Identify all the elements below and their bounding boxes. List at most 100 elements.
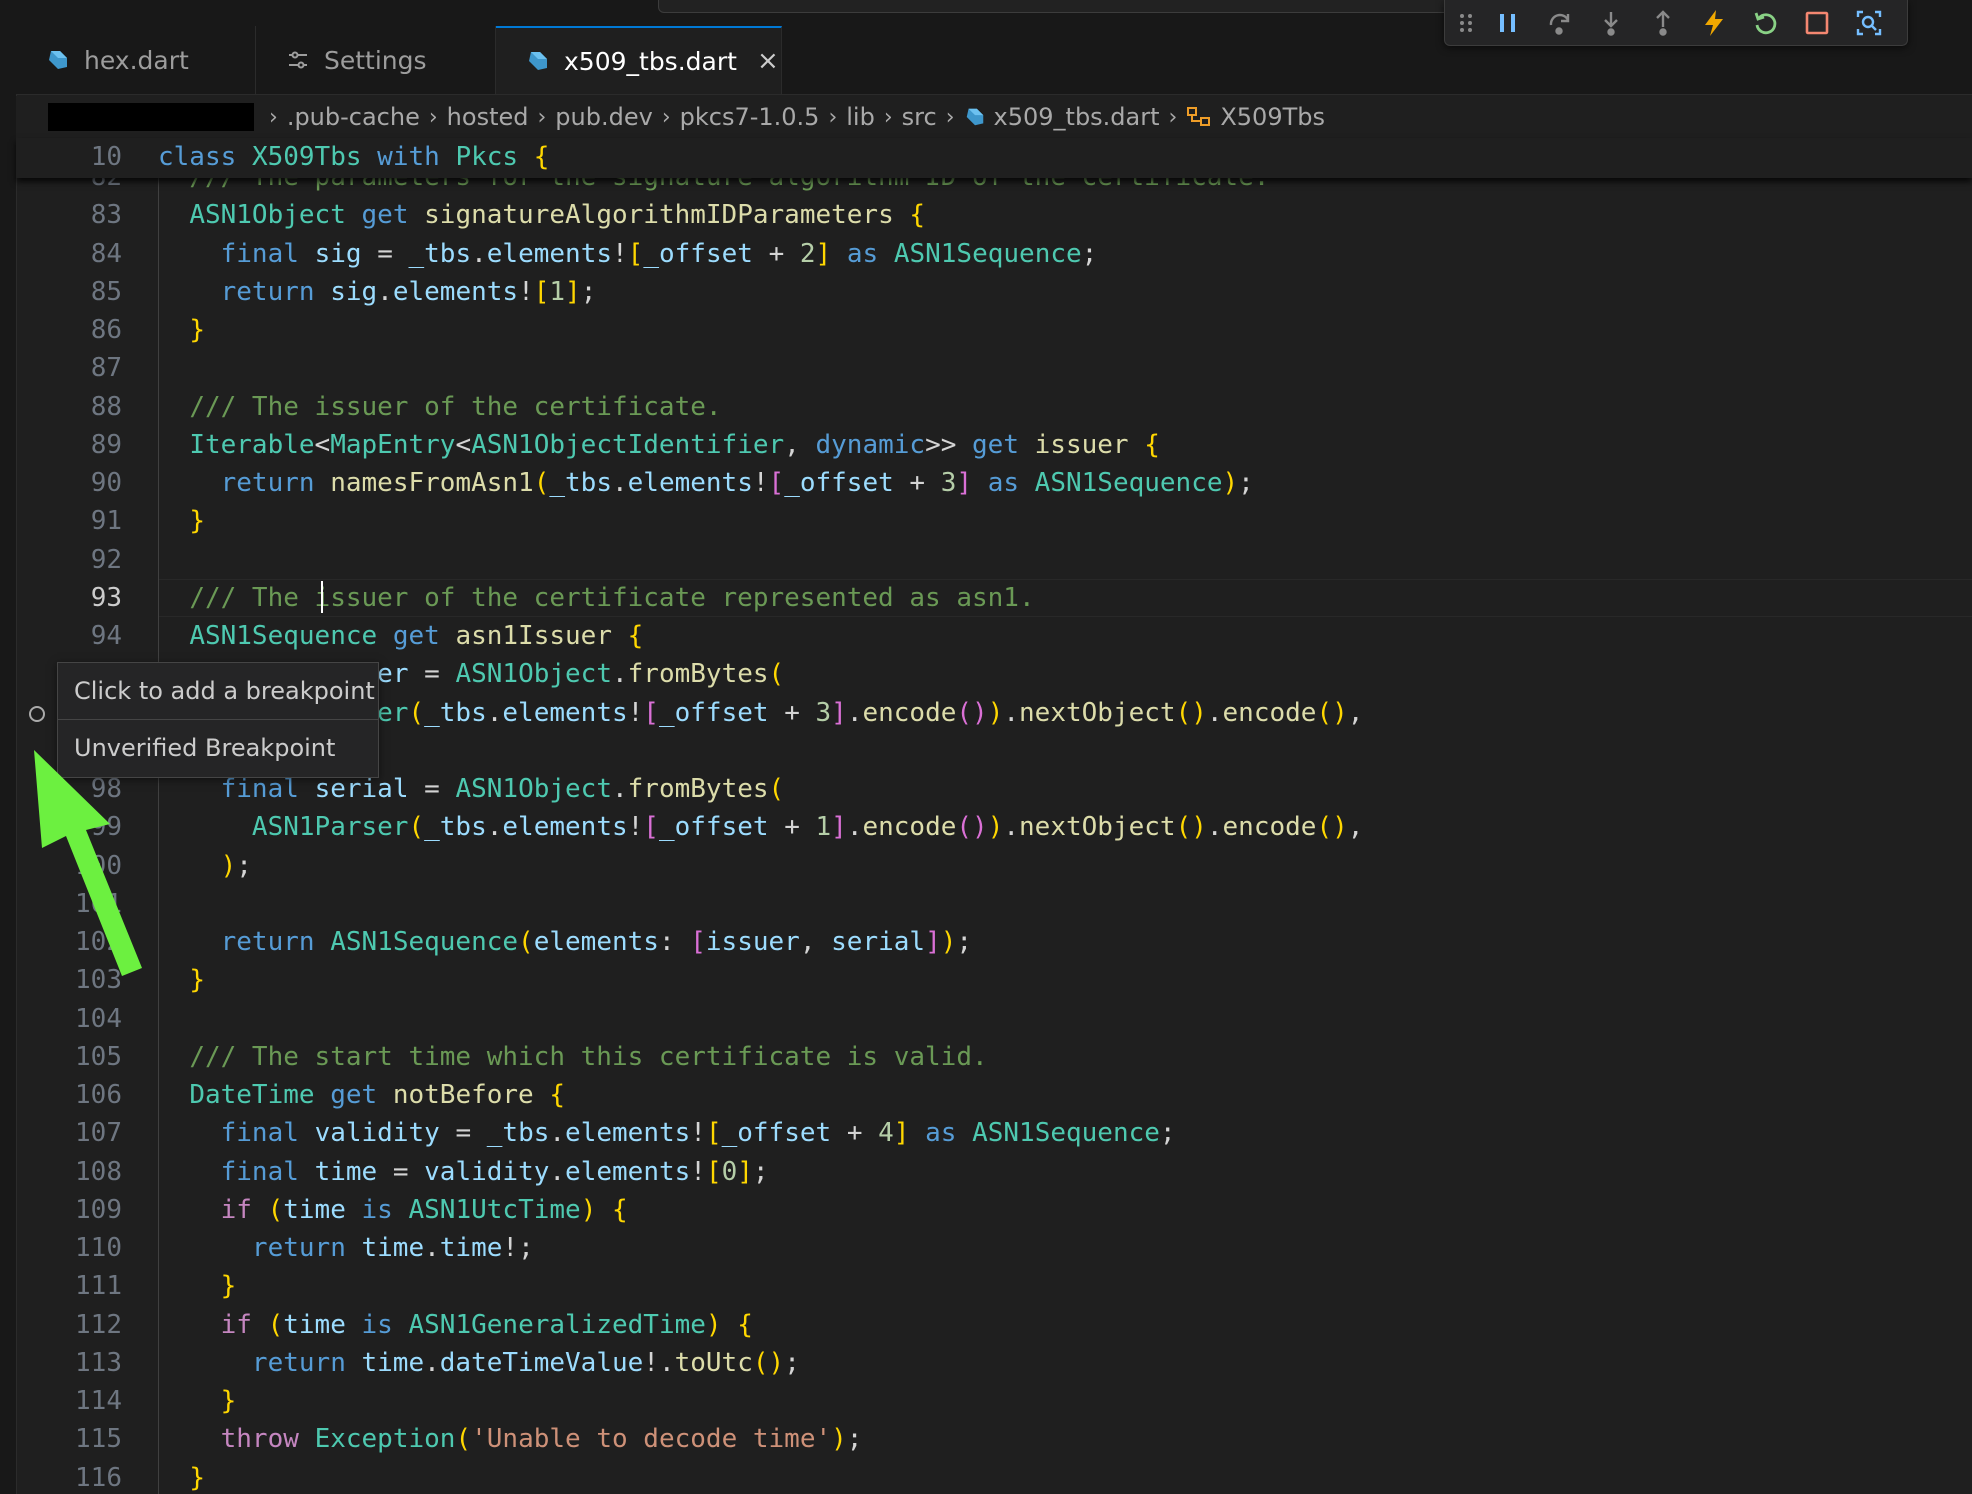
code-line[interactable]: 114 }: [16, 1382, 1972, 1420]
breadcrumb-label: .pub-cache: [286, 103, 420, 131]
code-text: }: [189, 506, 205, 537]
code-line[interactable]: 89 Iterable<MapEntry<ASN1ObjectIdentifie…: [16, 426, 1972, 464]
code-line[interactable]: 94 ASN1Sequence get asn1Issuer {: [16, 617, 1972, 655]
code-text: return ASN1Sequence(elements: [issuer, s…: [220, 927, 973, 957]
breakpoint-hint-icon[interactable]: [29, 706, 45, 722]
breadcrumb-item[interactable]: x509_tbs.dart: [964, 103, 1160, 131]
redacted-path: [48, 103, 254, 131]
tab-settings[interactable]: Settings: [256, 26, 496, 94]
tab-hex-dart[interactable]: hex.dart: [16, 26, 256, 94]
code-line[interactable]: 109 if (time is ASN1UtcTime) {: [16, 1191, 1972, 1229]
code-text: Iterable<MapEntry<ASN1ObjectIdentifier, …: [189, 429, 1160, 460]
debug-toolbar: [1444, 0, 1908, 46]
chevron-right-icon: ›: [945, 104, 955, 130]
line-number: 113: [75, 1347, 122, 1378]
stop-icon[interactable]: [1800, 6, 1834, 40]
code-line[interactable]: 91 }: [16, 502, 1972, 540]
breadcrumb-item[interactable]: X509Tbs: [1186, 103, 1325, 131]
code-line[interactable]: 112 if (time is ASN1GeneralizedTime) {: [16, 1306, 1972, 1344]
code-line[interactable]: 116 }: [16, 1459, 1972, 1494]
code-line[interactable]: 105 /// The start time which this certif…: [16, 1038, 1972, 1076]
code-line[interactable]: 84 final sig = _tbs.elements![_offset + …: [16, 235, 1972, 273]
breadcrumb-item[interactable]: pub.dev: [555, 103, 653, 131]
code-line[interactable]: 102 return ASN1Sequence(elements: [issue…: [16, 923, 1972, 961]
breadcrumb-item[interactable]: lib: [846, 103, 875, 131]
code-line[interactable]: 100 );: [16, 847, 1972, 885]
close-icon[interactable]: ×: [757, 46, 779, 76]
code-text: );: [220, 850, 252, 881]
tab-label: x509_tbs.dart: [564, 46, 737, 76]
line-number: 93: [90, 582, 122, 613]
line-number: 110: [75, 1233, 122, 1263]
step-over-icon[interactable]: [1543, 6, 1577, 40]
code-line[interactable]: 87: [16, 349, 1972, 387]
annotation-arrow-icon: [34, 750, 142, 976]
code-line[interactable]: 92: [16, 541, 1972, 579]
code-line[interactable]: 104: [16, 1000, 1972, 1038]
indent-guide: [158, 178, 159, 1494]
code-editor[interactable]: 82 /// The parameters for the signature …: [16, 178, 1972, 1494]
code-line[interactable]: 99 ASN1Parser(_tbs.elements![_offset + 1…: [16, 808, 1972, 846]
line-number: 105: [75, 1041, 122, 1072]
breadcrumb-item[interactable]: hosted: [447, 103, 529, 131]
code-text: return namesFromAsn1(_tbs.elements![_off…: [220, 468, 1254, 498]
pause-icon[interactable]: [1491, 6, 1525, 40]
dart-icon: [966, 108, 983, 126]
breadcrumb-label: X509Tbs: [1220, 103, 1325, 131]
command-center[interactable]: [658, 0, 1460, 13]
code-text: }: [189, 965, 205, 996]
breadcrumb-label: src: [901, 103, 937, 131]
code-line[interactable]: 107 final validity = _tbs.elements![_off…: [16, 1114, 1972, 1152]
dart-icon: [44, 46, 72, 74]
code-line[interactable]: 115 throw Exception('Unable to decode ti…: [16, 1420, 1972, 1458]
code-text: }: [220, 1271, 237, 1302]
breadcrumb-item[interactable]: src: [902, 103, 937, 131]
step-into-icon[interactable]: [1594, 6, 1628, 40]
drag-handle-icon[interactable]: [1455, 6, 1477, 40]
dart-icon: [524, 47, 552, 75]
code-line[interactable]: 110 return time.time!;: [16, 1229, 1972, 1267]
code-line[interactable]: 108 final time = validity.elements![0];: [16, 1153, 1972, 1191]
line-number: 106: [75, 1080, 122, 1110]
sticky-scroll-header[interactable]: 10 class X509Tbs with Pkcs {: [16, 138, 1972, 178]
code-text: }: [220, 1386, 237, 1416]
code-line[interactable]: 82 /// The parameters for the signature …: [16, 178, 1972, 196]
code-line[interactable]: 111 }: [16, 1267, 1972, 1305]
code-line[interactable]: 106 DateTime get notBefore {: [16, 1076, 1972, 1114]
code-line[interactable]: 85 return sig.elements![1];: [16, 273, 1972, 311]
code-text: return sig.elements![1];: [220, 276, 597, 307]
breadcrumb-item[interactable]: .pub-cache: [287, 103, 420, 131]
breadcrumb-label: pub.dev: [555, 103, 653, 131]
line-number: 87: [90, 353, 122, 384]
breadcrumb-item[interactable]: pkcs7-1.0.5: [680, 103, 820, 131]
line-number: 86: [90, 315, 122, 345]
inspect-widget-icon[interactable]: [1852, 6, 1886, 40]
code-line[interactable]: 88 /// The issuer of the certificate.: [16, 388, 1972, 426]
code-text: final serial = ASN1Object.fromBytes(: [220, 774, 785, 804]
line-number: 94: [90, 621, 122, 651]
breadcrumb: › .pub-cache › hosted › pub.dev › pkcs7-1.0.5 › l…: [16, 96, 1972, 138]
code-line[interactable]: 86 }: [16, 311, 1972, 349]
code-line[interactable]: 101: [16, 885, 1972, 923]
tab-x509-tbs-dart[interactable]: x509_tbs.dart ×: [496, 26, 782, 94]
line-number: 90: [90, 468, 122, 498]
line-number: 10: [90, 142, 122, 172]
hot-reload-icon[interactable]: [1697, 6, 1731, 40]
line-number: 92: [90, 544, 122, 575]
sticky-code: class X509Tbs with Pkcs {: [158, 142, 550, 172]
breadcrumb-label: x509_tbs.dart: [993, 103, 1160, 131]
settings-sliders-icon: [284, 46, 312, 74]
line-number: 116: [75, 1462, 122, 1493]
chevron-right-icon: ›: [537, 104, 547, 130]
code-line[interactable]: 113 return time.dateTimeValue!.toUtc();: [16, 1344, 1972, 1382]
code-line[interactable]: 83 ASN1Object get signatureAlgorithmIDPa…: [16, 196, 1972, 234]
restart-icon[interactable]: [1749, 6, 1783, 40]
step-out-icon[interactable]: [1646, 6, 1680, 40]
code-line[interactable]: 103 }: [16, 961, 1972, 999]
code-text: throw Exception('Unable to decode time')…: [220, 1424, 863, 1455]
code-line[interactable]: 93 /// The issuer of the certificate rep…: [16, 578, 1972, 617]
code-line[interactable]: 90 return namesFromAsn1(_tbs.elements![_…: [16, 464, 1972, 502]
line-number: 83: [90, 200, 122, 231]
code-text: /// The parameters for the signature alg…: [158, 178, 1269, 192]
code-text: final sig = _tbs.elements![_offset + 2] …: [220, 238, 1098, 269]
